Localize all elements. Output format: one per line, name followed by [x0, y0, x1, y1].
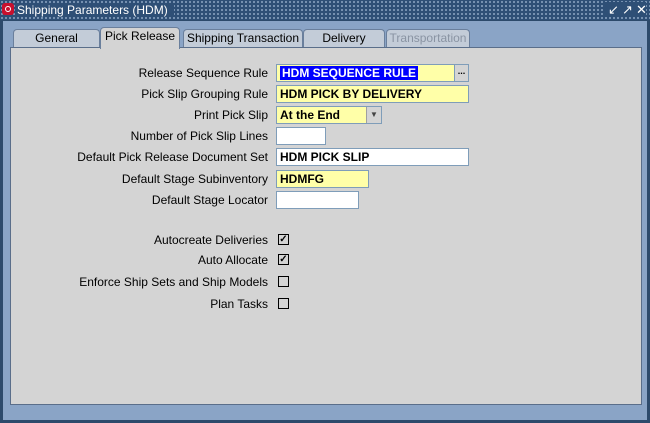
pick-slip-grouping-rule-label: Pick Slip Grouping Rule: [141, 87, 268, 101]
plan-tasks-label: Plan Tasks: [210, 297, 268, 311]
pick-slip-grouping-rule-field[interactable]: HDM PICK BY DELIVERY: [276, 85, 469, 103]
release-sequence-rule-label: Release Sequence Rule: [138, 66, 268, 80]
auto-allocate-label: Auto Allocate: [197, 253, 268, 267]
default-stage-subinventory-field[interactable]: HDMFG: [276, 170, 369, 188]
pick-release-panel: Release Sequence Rule HDM SEQUENCE RULE …: [10, 47, 642, 405]
form-frame: General Pick Release Shipping Transactio…: [3, 21, 647, 420]
enforce-ship-sets-checkbox[interactable]: [278, 276, 289, 287]
tab-delivery[interactable]: Delivery: [303, 29, 385, 48]
print-pick-slip-label: Print Pick Slip: [193, 108, 268, 122]
print-pick-slip-value: At the End: [280, 108, 340, 122]
lov-button[interactable]: ...: [454, 64, 469, 82]
minimize-icon[interactable]: ↙: [608, 2, 619, 17]
auto-allocate-checkbox[interactable]: ✓: [278, 254, 289, 265]
tab-pick-release[interactable]: Pick Release: [100, 27, 180, 49]
oracle-app-icon: [2, 3, 14, 15]
default-stage-subinventory-label: Default Stage Subinventory: [121, 172, 268, 186]
enforce-ship-sets-label: Enforce Ship Sets and Ship Models: [79, 275, 268, 289]
autocreate-deliveries-checkbox[interactable]: ✓: [278, 234, 289, 245]
chevron-down-icon[interactable]: ▼: [366, 107, 381, 123]
release-sequence-rule-value: HDM SEQUENCE RULE: [280, 66, 419, 80]
release-sequence-rule-field[interactable]: HDM SEQUENCE RULE: [276, 64, 456, 82]
tab-transportation: Transportation: [386, 29, 470, 48]
title-bar[interactable]: Shipping Parameters (HDM) ↙ ↗ ✕: [0, 0, 650, 20]
autocreate-deliveries-label: Autocreate Deliveries: [153, 233, 268, 247]
print-pick-slip-select[interactable]: At the End ▼: [276, 106, 382, 124]
tab-general[interactable]: General: [13, 29, 100, 48]
default-pick-release-document-set-field[interactable]: HDM PICK SLIP: [276, 148, 469, 166]
tab-shipping-transaction[interactable]: Shipping Transaction: [183, 29, 303, 48]
maximize-icon[interactable]: ↗: [622, 2, 633, 17]
default-stage-locator-field[interactable]: [276, 191, 359, 209]
window-title: Shipping Parameters (HDM): [17, 3, 174, 17]
shipping-parameters-window: Shipping Parameters (HDM) ↙ ↗ ✕ General …: [0, 0, 650, 423]
window-controls: ↙ ↗ ✕: [604, 2, 647, 17]
default-stage-locator-label: Default Stage Locator: [151, 193, 268, 207]
plan-tasks-checkbox[interactable]: [278, 298, 289, 309]
number-of-pick-slip-lines-field[interactable]: [276, 127, 326, 145]
number-of-pick-slip-lines-label: Number of Pick Slip Lines: [130, 129, 268, 143]
close-icon[interactable]: ✕: [636, 2, 647, 17]
default-pick-release-document-set-label: Default Pick Release Document Set: [77, 150, 268, 164]
